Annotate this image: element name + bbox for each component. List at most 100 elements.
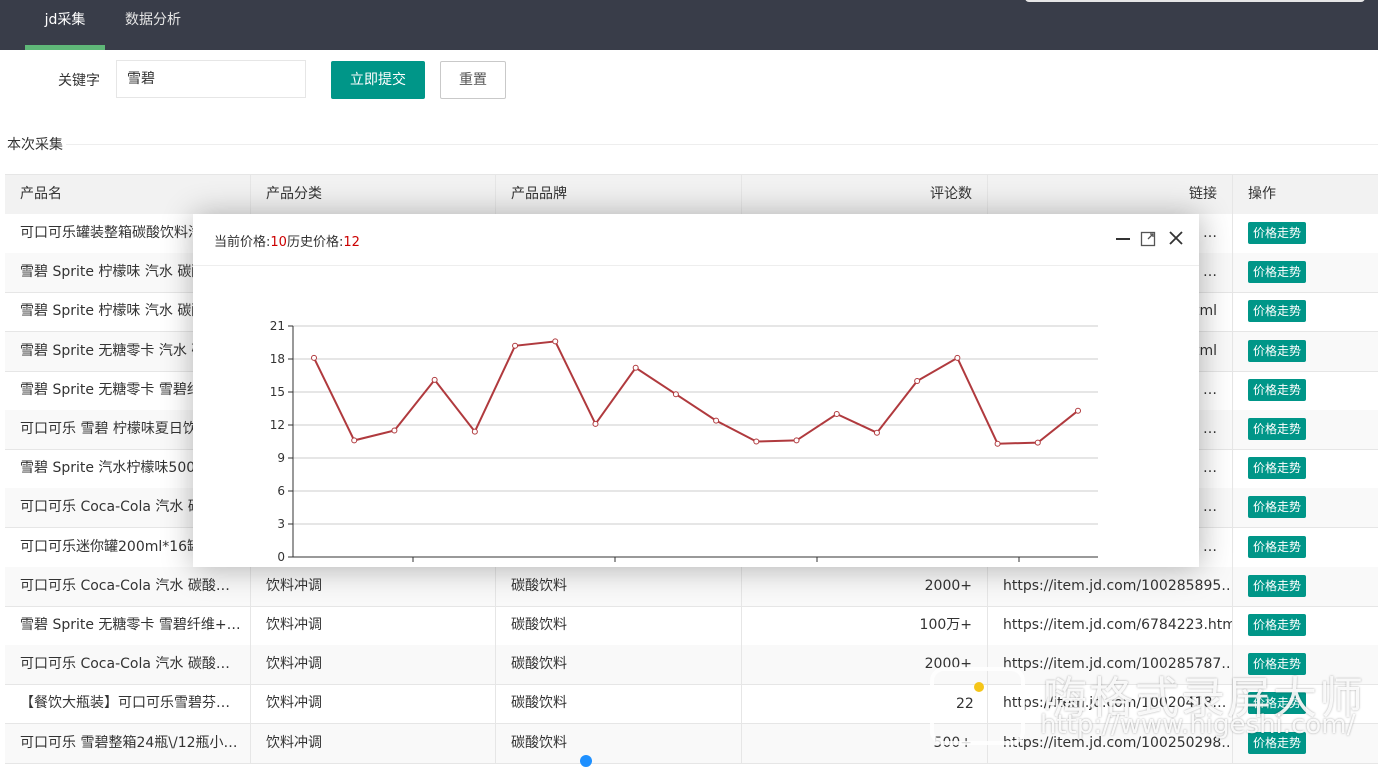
product-name-cell: 雪碧 Sprite 无糖零卡 雪碧纤维+… [5, 606, 251, 645]
price-trend-button[interactable]: 价格走势 [1248, 339, 1307, 362]
price-data-point[interactable] [391, 427, 398, 434]
dialog-title: 当前价格:10历史价格:12 [214, 231, 360, 250]
close-icon[interactable] [1168, 230, 1184, 246]
y-tick-label: 12 [270, 418, 285, 432]
price-data-point[interactable] [632, 364, 639, 371]
action-cell: 价格走势 [1233, 528, 1378, 567]
brand-cell: 碳酸饮料 [496, 645, 742, 685]
price-series-line [313, 340, 1079, 445]
header-comments: 评论数 [742, 175, 988, 214]
product-name-cell: 可口可乐 Coca-Cola 汽水 碳酸… [5, 645, 251, 685]
header-category: 产品分类 [251, 175, 496, 214]
price-data-point[interactable] [471, 428, 478, 435]
dialog-header: 当前价格:10历史价格:12 [193, 214, 1199, 266]
top-nav: jd采集 数据分析 [0, 0, 1378, 50]
y-tick-label: 0 [277, 550, 285, 564]
recorder-logo-icon [930, 667, 1025, 745]
active-tab-indicator [25, 45, 105, 50]
submit-button[interactable]: 立即提交 [331, 61, 425, 99]
category-cell: 饮料冲调 [251, 645, 496, 685]
section-title: 本次采集 [7, 137, 63, 153]
price-data-point[interactable] [552, 338, 559, 345]
watermark-url: http://www.higeshi.com/ [1040, 710, 1356, 740]
price-data-point[interactable] [793, 437, 800, 444]
price-trend-button[interactable]: 价格走势 [1248, 496, 1307, 519]
brand-cell: 碳酸饮料 [496, 566, 742, 606]
brand-cell: 碳酸饮料 [496, 723, 742, 763]
header-link: 链接 [988, 175, 1233, 214]
product-name-cell: 可口可乐 Coca-Cola 汽水 碳酸… [5, 566, 251, 606]
price-trend-button[interactable]: 价格走势 [1248, 535, 1307, 558]
price-data-point[interactable] [713, 417, 720, 424]
maximize-icon[interactable] [1140, 231, 1156, 247]
price-line-chart: 0 3 6 9 12 15 18 21 [270, 319, 1098, 564]
price-data-point[interactable] [1075, 407, 1081, 414]
minimize-icon[interactable] [1115, 231, 1131, 247]
action-cell: 价格走势 [1233, 488, 1378, 527]
y-tick-label: 21 [270, 319, 285, 333]
comments-cell: 2000+ [742, 566, 988, 606]
price-data-point[interactable] [592, 420, 599, 427]
category-cell: 饮料冲调 [251, 684, 496, 724]
category-cell: 饮料冲调 [251, 606, 496, 645]
table-row: 可口可乐 Coca-Cola 汽水 碳酸… 饮料冲调 碳酸饮料 2000+ https:… [5, 566, 1378, 607]
action-cell: 价格走势 [1233, 410, 1378, 449]
action-cell: 价格走势 [1233, 214, 1378, 253]
recorder-counter: 22 [956, 696, 974, 712]
price-trend-button[interactable]: 价格走势 [1248, 457, 1307, 480]
comments-cell: 100万+ [742, 606, 988, 645]
tab-data-analysis-label: 数据分析 [125, 12, 181, 28]
tab-data-analysis[interactable]: 数据分析 [125, 0, 181, 50]
reset-button[interactable]: 重置 [440, 61, 506, 99]
price-data-point[interactable] [351, 437, 358, 444]
price-trend-button[interactable]: 价格走势 [1248, 300, 1307, 323]
tab-jd-collect[interactable]: jd采集 [25, 0, 105, 50]
price-trend-button[interactable]: 价格走势 [1248, 261, 1307, 284]
category-cell: 饮料冲调 [251, 566, 496, 606]
price-trend-button[interactable]: 价格走势 [1248, 574, 1307, 597]
recorder-record-dot [974, 682, 984, 692]
price-data-point[interactable] [1034, 439, 1041, 446]
price-trend-button[interactable]: 价格走势 [1248, 418, 1307, 440]
history-price-label: 历史价格: [286, 235, 344, 250]
price-data-point[interactable] [512, 342, 519, 349]
price-data-point[interactable] [873, 429, 880, 436]
price-data-point[interactable] [954, 354, 961, 361]
price-data-point[interactable] [311, 354, 317, 361]
header-product-name: 产品名 [5, 175, 251, 214]
price-data-point[interactable] [753, 438, 760, 445]
top-right-search-box[interactable] [1025, 0, 1365, 2]
action-cell: 价格走势 [1233, 567, 1378, 606]
category-cell: 饮料冲调 [251, 723, 496, 763]
action-cell: 价格走势 [1233, 449, 1378, 488]
link-cell[interactable]: https://item.jd.com/6784223.html [988, 606, 1233, 645]
price-trend-button[interactable]: 价格走势 [1248, 614, 1307, 636]
y-tick-label: 3 [277, 517, 285, 531]
header-brand: 产品品牌 [496, 175, 742, 214]
recorder-watermark: 22 嗨格式录屏大师 http://www.higeshi.com/ [930, 662, 1378, 761]
price-data-point[interactable] [914, 378, 921, 384]
current-price-value: 10 [270, 235, 287, 250]
y-tick-label: 15 [270, 385, 285, 399]
header-action: 操作 [1248, 186, 1276, 202]
keyword-input[interactable]: 雪碧 [116, 60, 306, 98]
price-data-point[interactable] [431, 376, 438, 383]
link-cell[interactable]: https://item.jd.com/100285895… [988, 566, 1233, 606]
keyword-label: 关键字 [58, 73, 100, 89]
price-data-point[interactable] [833, 411, 840, 417]
price-trend-button[interactable]: 价格走势 [1248, 378, 1307, 401]
action-cell: 价格走势 [1233, 371, 1378, 410]
price-data-point[interactable] [994, 440, 1001, 447]
y-tick-label: 18 [270, 352, 285, 366]
price-trend-dialog: 当前价格:10历史价格:12 0 3 6 9 12 15 18 21 [193, 214, 1199, 567]
section-divider [66, 144, 1378, 145]
product-name-cell: 【餐饮大瓶装】可口可乐雪碧芬… [5, 684, 251, 724]
action-cell: 价格走势 [1233, 606, 1378, 645]
brand-cell: 碳酸饮料 [496, 684, 742, 724]
table-row: 雪碧 Sprite 无糖零卡 雪碧纤维+… 饮料冲调 碳酸饮料 100万+ https:… [5, 606, 1378, 646]
price-data-point[interactable] [672, 391, 679, 398]
action-cell: 价格走势 [1233, 332, 1378, 371]
price-trend-button[interactable]: 价格走势 [1248, 222, 1307, 244]
y-tick-label: 6 [277, 484, 285, 498]
action-cell: 价格走势 [1233, 253, 1378, 292]
